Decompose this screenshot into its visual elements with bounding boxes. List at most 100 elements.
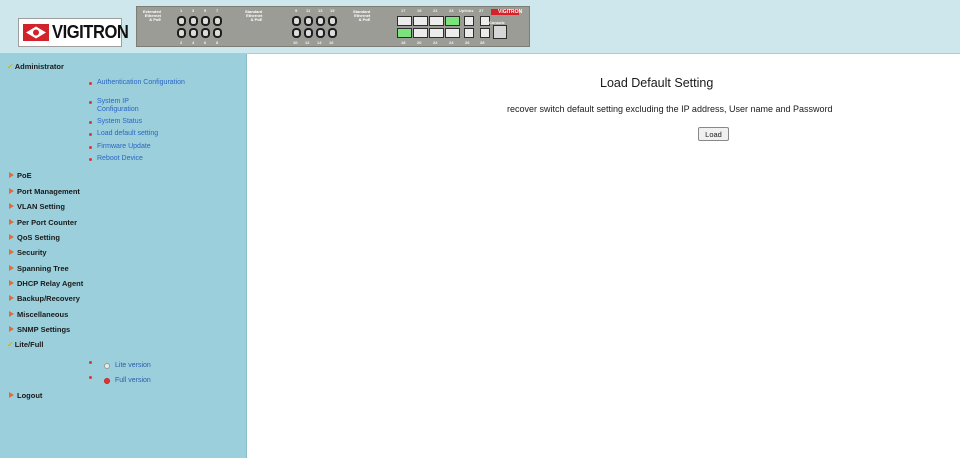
arrow-right-icon: [9, 249, 14, 255]
ethernet-port: [201, 28, 210, 38]
menu-backup-recovery[interactable]: Backup/Recovery: [9, 294, 80, 303]
port-num: 17: [401, 8, 406, 13]
sidebar-item-reboot-device[interactable]: Reboot Device: [97, 155, 143, 163]
arrow-right-icon: [9, 234, 14, 240]
port-num: 11: [306, 8, 311, 13]
group3-label: Standard Ethernet & PoE: [353, 9, 371, 22]
ethernet-port: [177, 16, 186, 26]
arrow-right-icon: [9, 326, 14, 332]
menu-port-management[interactable]: Port Management: [9, 187, 80, 196]
checkmark-icon: ✓: [7, 340, 14, 349]
port-num: 9: [295, 8, 298, 13]
sidebar-item-system-status[interactable]: System Status: [97, 118, 142, 126]
bullet-icon: [89, 376, 92, 379]
bullet-icon: [89, 158, 92, 161]
menu-label: VLAN Setting: [17, 202, 65, 211]
menu-label: SNMP Settings: [17, 325, 71, 334]
menu-label: Spanning Tree: [17, 264, 69, 273]
menu-per-port-counter[interactable]: Per Port Counter: [9, 218, 77, 227]
port-num: 27: [479, 8, 484, 13]
ethernet-port: [304, 28, 313, 38]
ethernet-port: [177, 28, 186, 38]
sfp-port: [397, 16, 412, 26]
menu-snmp-settings[interactable]: SNMP Settings: [9, 325, 70, 334]
ethernet-port: [316, 16, 325, 26]
menu-spanning-tree[interactable]: Spanning Tree: [9, 264, 69, 273]
header-banner: VIGITRON Extended Ethernet & PoE Standar…: [0, 0, 960, 54]
port-num: 22: [433, 40, 438, 45]
menu-dhcp-relay-agent[interactable]: DHCP Relay Agent: [9, 279, 83, 288]
port-num: 20: [417, 40, 422, 45]
logo-text: VIGITRON: [52, 22, 129, 42]
menu-lite-full[interactable]: ✓Lite/Full: [7, 340, 43, 349]
uplinks-label: Uplinks: [459, 8, 474, 13]
menu-vlan-setting[interactable]: VLAN Setting: [9, 202, 65, 211]
port-num: 8: [216, 40, 219, 45]
sidebar-item-authentication-configuration[interactable]: Authentication Configuration: [97, 79, 187, 87]
panel-brand-text: VIGITRON: [498, 9, 523, 15]
sidebar-item-load-default-setting[interactable]: Load default setting: [97, 130, 158, 138]
sfp-port-active: [397, 28, 412, 38]
menu-security[interactable]: Security: [9, 248, 47, 257]
checkmark-icon: ✓: [7, 62, 14, 71]
ethernet-port: [292, 16, 301, 26]
menu-label: Security: [17, 248, 47, 257]
sfp-port: [413, 28, 428, 38]
ethernet-port: [189, 28, 198, 38]
port-num: 24: [449, 40, 454, 45]
ethernet-port: [213, 16, 222, 26]
port-num: 6: [204, 40, 207, 45]
port-num: 1: [180, 8, 183, 13]
arrow-right-icon: [9, 392, 14, 398]
menu-label: Lite/Full: [14, 340, 44, 349]
menu-label: Administrator: [14, 62, 64, 71]
ethernet-port: [292, 28, 301, 38]
vigitron-logo: VIGITRON: [18, 18, 129, 47]
port-num: 21: [433, 8, 438, 13]
bullet-icon: [89, 133, 92, 136]
menu-qos-setting[interactable]: QoS Setting: [9, 233, 60, 242]
switch-front-panel: Extended Ethernet & PoE Standard Etherne…: [136, 6, 530, 47]
arrow-right-icon: [9, 172, 14, 178]
ethernet-port: [201, 16, 210, 26]
sfp-port: [464, 28, 474, 38]
console-port: [493, 25, 507, 39]
ethernet-port: [316, 28, 325, 38]
bullet-icon: [89, 361, 92, 364]
port-num: 10: [293, 40, 298, 45]
sidebar-item-system-ip-configuration[interactable]: System IP Configuration: [97, 98, 167, 114]
arrow-right-icon: [9, 219, 14, 225]
arrow-right-icon: [9, 188, 14, 194]
full-version-radio[interactable]: [104, 378, 110, 384]
lite-version-radio[interactable]: [104, 363, 110, 369]
menu-miscellaneous[interactable]: Miscellaneous: [9, 310, 68, 319]
sidebar-item-firmware-update[interactable]: Firmware Update: [97, 143, 151, 151]
port-num: 13: [318, 8, 323, 13]
menu-label: Per Port Counter: [17, 218, 78, 227]
port-num: 12: [305, 40, 310, 45]
bullet-icon: [89, 146, 92, 149]
ethernet-port: [213, 28, 222, 38]
group2-label: Standard Ethernet & PoE: [245, 9, 263, 22]
arrow-right-icon: [9, 295, 14, 301]
menu-label: Logout: [17, 391, 43, 400]
menu-logout[interactable]: Logout: [9, 391, 42, 400]
arrow-right-icon: [9, 311, 14, 317]
port-num: 26: [465, 40, 470, 45]
load-button[interactable]: Load: [698, 127, 729, 141]
menu-label: Backup/Recovery: [17, 294, 80, 303]
bullet-icon: [89, 82, 92, 85]
menu-poe[interactable]: PoE: [9, 171, 32, 180]
menu-administrator[interactable]: ✓Administrator: [7, 62, 64, 71]
port-num: 4: [192, 40, 195, 45]
sfp-port-active: [445, 16, 460, 26]
port-num: 16: [329, 40, 334, 45]
port-num: 18: [401, 40, 406, 45]
lite-version-label: Lite version: [115, 362, 151, 369]
bullet-icon: [89, 121, 92, 124]
port-num: 5: [204, 8, 207, 13]
menu-label: PoE: [17, 171, 32, 180]
page-title: Load Default Setting: [600, 76, 714, 90]
eye-logo-icon: [23, 24, 49, 41]
bullet-icon: [89, 101, 92, 104]
